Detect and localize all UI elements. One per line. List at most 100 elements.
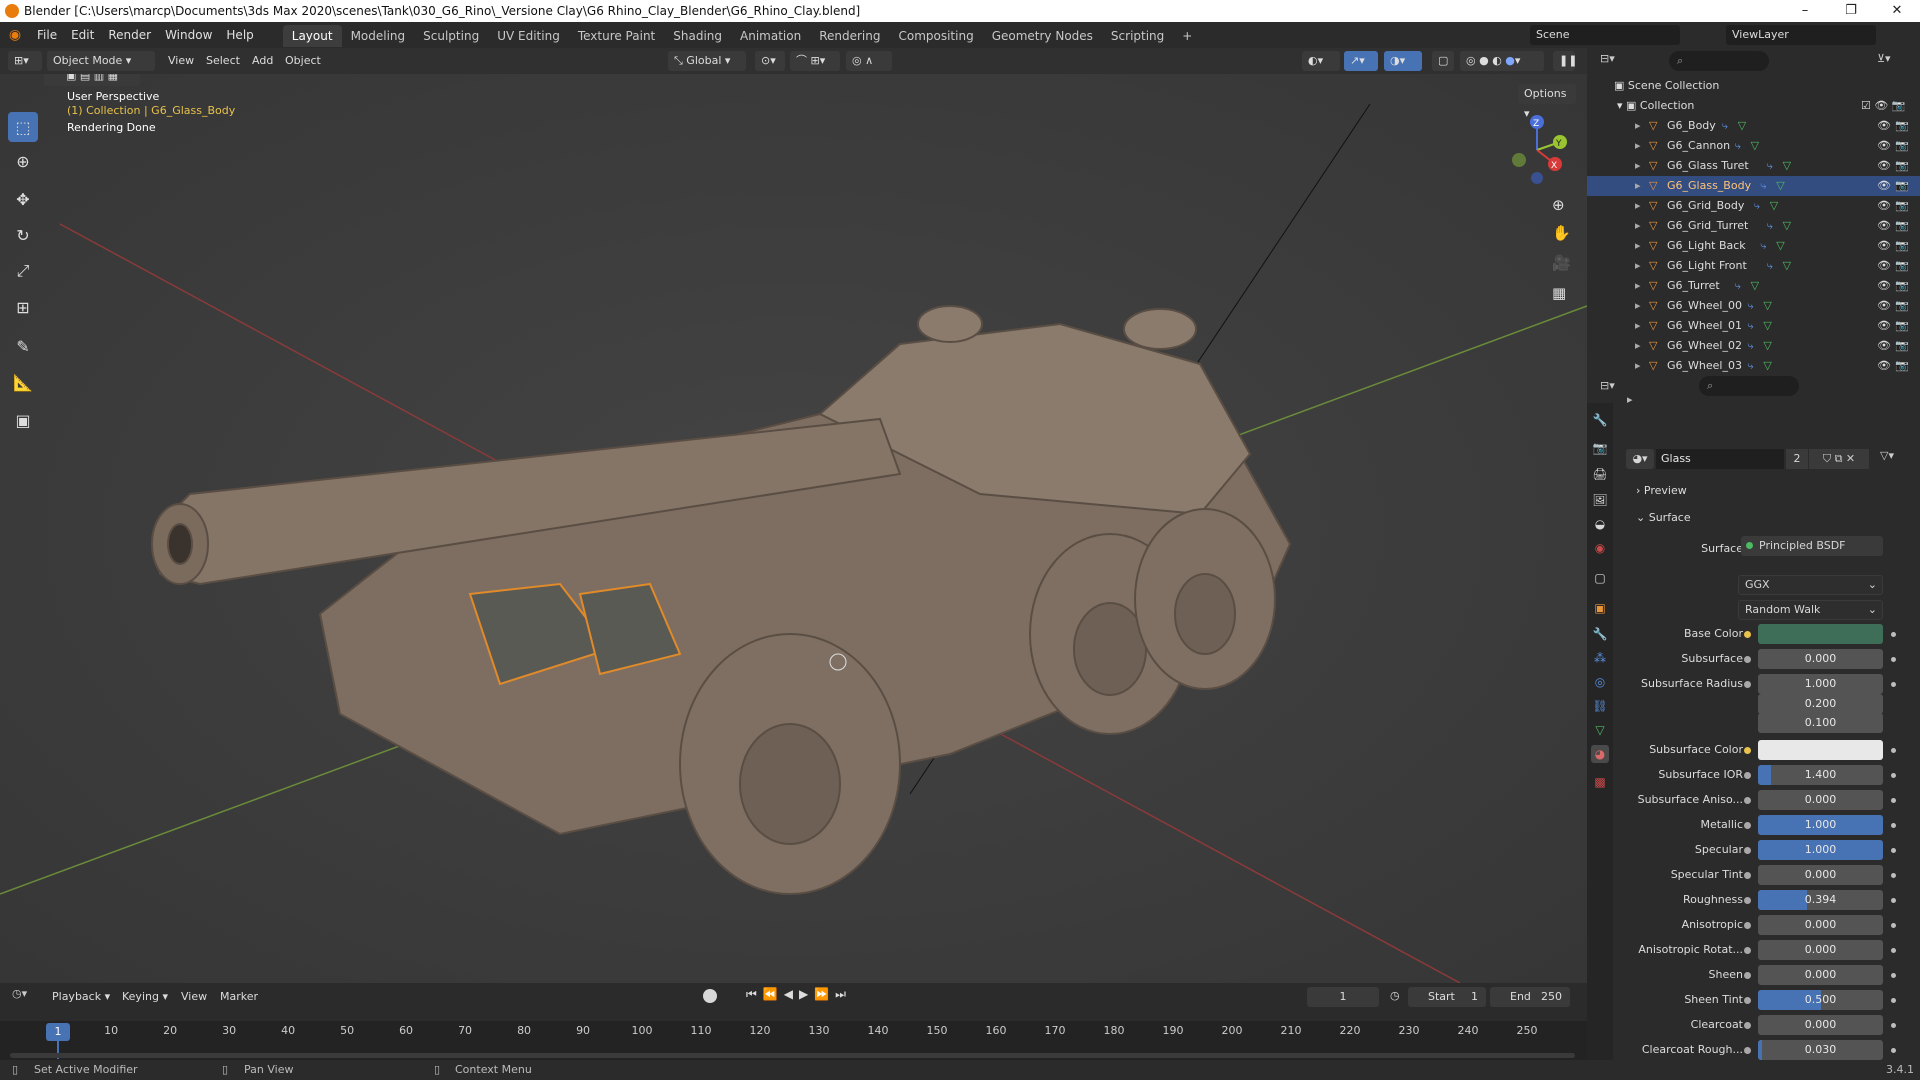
selection-mode-buttons[interactable]: ▣ ▤ ▥ ▦ bbox=[44, 74, 140, 86]
value-field[interactable]: 1.000 bbox=[1758, 840, 1883, 860]
menu-select[interactable]: Select bbox=[206, 51, 240, 71]
playhead[interactable]: 1 bbox=[46, 1023, 70, 1041]
outliner-item[interactable]: ▸ ▽ G6_Glass Turet ⤷ ▽ 👁 📷 bbox=[1587, 156, 1920, 176]
keyframe-dot-icon[interactable] bbox=[1891, 682, 1896, 687]
maximize-button[interactable]: ❐ bbox=[1828, 0, 1874, 22]
timeline-editor-icon[interactable]: ◷▾ bbox=[12, 987, 27, 1000]
socket-dot-icon[interactable] bbox=[1744, 897, 1751, 904]
keyframe-dot-icon[interactable] bbox=[1891, 948, 1896, 953]
rotate-tool-icon[interactable]: ↻ bbox=[8, 220, 38, 250]
socket-dot-icon[interactable] bbox=[1744, 797, 1751, 804]
value-field[interactable]: 1.400 bbox=[1758, 765, 1883, 785]
preview-panel-header[interactable]: › Preview bbox=[1636, 484, 1687, 497]
material-actions[interactable]: ⛉ ⧉ ✕ bbox=[1809, 449, 1869, 469]
tab-uv-editing[interactable]: UV Editing bbox=[488, 25, 569, 47]
outliner-item[interactable]: ▸ ▽ G6_Glass_Body ⤷ ▽ 👁 📷 bbox=[1587, 176, 1920, 196]
collection-tab-icon[interactable]: ▢ bbox=[1591, 569, 1609, 587]
keying-menu[interactable]: Keying ▾ bbox=[122, 987, 168, 1007]
annotate-tool-icon[interactable]: ✎ bbox=[8, 331, 38, 361]
scale-tool-icon[interactable]: ⤢ bbox=[8, 256, 38, 286]
tab-shading[interactable]: Shading bbox=[664, 25, 731, 47]
outliner-search-input[interactable]: ⌕ bbox=[1669, 51, 1769, 71]
socket-dot-icon[interactable] bbox=[1744, 947, 1751, 954]
editor-type-icon[interactable]: ⊞▾ bbox=[8, 51, 42, 71]
view-layer-tab-icon[interactable]: 🖼 bbox=[1591, 491, 1609, 509]
cursor-tool-icon[interactable]: ⊕ bbox=[8, 146, 38, 176]
value-field[interactable]: 0.200 bbox=[1758, 694, 1883, 714]
scene-selector[interactable]: Scene bbox=[1530, 25, 1680, 45]
value-field[interactable]: 0.000 bbox=[1758, 1015, 1883, 1035]
socket-dot-icon[interactable] bbox=[1744, 822, 1751, 829]
menu-help[interactable]: Help bbox=[219, 22, 260, 48]
value-field[interactable]: 0.500 bbox=[1758, 990, 1883, 1010]
output-tab-icon[interactable]: 🖨 bbox=[1591, 465, 1609, 483]
outliner-item[interactable]: ▸ ▽ G6_Light Back ⤷ ▽ 👁 📷 bbox=[1587, 236, 1920, 256]
expand-arrow-icon[interactable]: ▸ bbox=[1635, 276, 1641, 296]
render-camera-icon[interactable]: 📷 bbox=[1895, 296, 1909, 316]
expand-arrow-icon[interactable]: ▸ bbox=[1635, 256, 1641, 276]
socket-dot-icon[interactable] bbox=[1744, 1047, 1751, 1054]
outliner-item[interactable]: ▸ ▽ G6_Wheel_00 ⤷ ▽ 👁 📷 bbox=[1587, 296, 1920, 316]
physics-tab-icon[interactable]: ◎ bbox=[1591, 673, 1609, 691]
zoom-icon[interactable]: ⊕ bbox=[1552, 196, 1565, 214]
visibility-eye-icon[interactable]: 👁 bbox=[1877, 276, 1891, 296]
visibility-eye-icon[interactable]: 👁 bbox=[1877, 176, 1891, 196]
socket-dot-icon[interactable] bbox=[1744, 747, 1751, 754]
value-field[interactable]: 0.000 bbox=[1758, 865, 1883, 885]
keyframe-dot-icon[interactable] bbox=[1891, 1048, 1896, 1053]
transform-orientation-dropdown[interactable]: ⤡ Global ▾ bbox=[668, 51, 746, 71]
gizmo-icon[interactable]: ↗▾ bbox=[1344, 51, 1378, 71]
value-field[interactable]: 0.000 bbox=[1758, 965, 1883, 985]
material-name-field[interactable]: Glass bbox=[1656, 449, 1784, 469]
menu-window[interactable]: Window bbox=[158, 22, 219, 48]
outliner-item[interactable]: ▸ ▽ G6_Grid_Turret ⤷ ▽ 👁 📷 bbox=[1587, 216, 1920, 236]
outliner-editor-icon[interactable]: ⊟▾ bbox=[1600, 52, 1630, 72]
tab-sculpting[interactable]: Sculpting bbox=[414, 25, 488, 47]
camera-icon[interactable]: 🎥 bbox=[1552, 254, 1571, 272]
tab-scripting[interactable]: Scripting bbox=[1102, 25, 1173, 47]
outliner-item[interactable]: ▸ ▽ G6_Wheel_02 ⤷ ▽ 👁 📷 bbox=[1587, 336, 1920, 356]
menu-object[interactable]: Object bbox=[285, 51, 321, 71]
outliner-item[interactable]: ▸ ▽ G6_Turret ⤷ ▽ 👁 📷 bbox=[1587, 276, 1920, 296]
visibility-eye-icon[interactable]: 👁 bbox=[1877, 216, 1891, 236]
visibility-eye-icon[interactable]: 👁 bbox=[1877, 296, 1891, 316]
scene-tab-icon[interactable]: ◒ bbox=[1591, 515, 1609, 533]
menu-file[interactable]: File bbox=[30, 22, 64, 48]
tool-tab-icon[interactable]: 🔧 bbox=[1591, 411, 1609, 429]
keyframe-dot-icon[interactable] bbox=[1891, 1023, 1896, 1028]
value-field[interactable]: 0.000 bbox=[1758, 940, 1883, 960]
subsurface-method-dropdown[interactable]: Random Walk ⌄ bbox=[1738, 600, 1883, 620]
playback-controls[interactable]: ⏮⏪◀▶⏩⏭ bbox=[746, 987, 852, 1002]
options-dropdown[interactable]: Options ▾ bbox=[1518, 84, 1576, 120]
tab-compositing[interactable]: Compositing bbox=[889, 25, 982, 47]
pivot-icon[interactable]: ⊙▾ bbox=[755, 51, 785, 71]
expand-arrow-icon[interactable]: ▸ bbox=[1635, 196, 1641, 216]
visibility-eye-icon[interactable]: 👁 bbox=[1877, 196, 1891, 216]
close-button[interactable]: ✕ bbox=[1874, 0, 1920, 22]
current-frame-field[interactable]: 1 bbox=[1307, 987, 1379, 1007]
expand-arrow-icon[interactable]: ▸ bbox=[1635, 336, 1641, 356]
data-tab-icon[interactable]: ▽ bbox=[1591, 721, 1609, 739]
render-camera-icon[interactable]: 📷 bbox=[1895, 116, 1909, 136]
view-menu[interactable]: View bbox=[181, 987, 207, 1007]
move-tool-icon[interactable]: ✥ bbox=[8, 184, 38, 214]
menu-render[interactable]: Render bbox=[101, 22, 158, 48]
socket-dot-icon[interactable] bbox=[1744, 772, 1751, 779]
snap-icon[interactable]: ⌒ ⊞▾ bbox=[790, 51, 840, 71]
outliner-item[interactable]: ▸ ▽ G6_Light Front ⤷ ▽ 👁 📷 bbox=[1587, 256, 1920, 276]
socket-dot-icon[interactable] bbox=[1744, 972, 1751, 979]
keyframe-dot-icon[interactable] bbox=[1891, 923, 1896, 928]
menu-view[interactable]: View bbox=[168, 51, 194, 71]
visibility-eye-icon[interactable]: 👁 bbox=[1877, 316, 1891, 336]
expand-arrow-icon[interactable]: ▸ bbox=[1635, 156, 1641, 176]
visibility-eye-icon[interactable]: 👁 bbox=[1877, 116, 1891, 136]
socket-dot-icon[interactable] bbox=[1744, 872, 1751, 879]
modifier-tab-icon[interactable]: 🔧 bbox=[1591, 625, 1609, 643]
outliner-collection[interactable]: ▾ ▣ Collection ☑ 👁 📷 bbox=[1587, 96, 1920, 116]
keyframe-dot-icon[interactable] bbox=[1891, 657, 1896, 662]
socket-dot-icon[interactable] bbox=[1744, 631, 1751, 638]
measure-tool-icon[interactable]: 📐 bbox=[8, 367, 38, 397]
render-camera-icon[interactable]: 📷 bbox=[1895, 336, 1909, 356]
visibility-eye-icon[interactable]: 👁 bbox=[1877, 336, 1891, 356]
expand-arrow-icon[interactable]: ▸ bbox=[1635, 216, 1641, 236]
